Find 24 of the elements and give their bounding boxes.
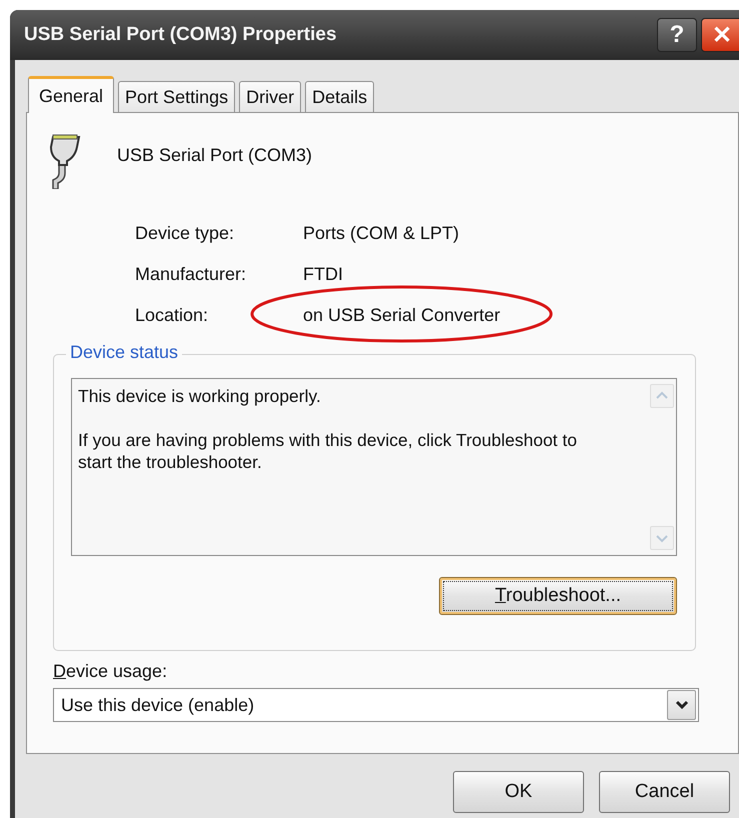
scroll-up-icon[interactable] xyxy=(650,384,674,408)
tab[interactable]: Driver xyxy=(239,81,302,112)
property-label: Location: xyxy=(135,305,210,326)
property-value: Ports (COM & LPT) xyxy=(303,223,460,243)
device-usage-label: Device usage: xyxy=(53,661,168,682)
property-value: on USB Serial Converter xyxy=(303,305,500,325)
chevron-down-icon xyxy=(674,700,688,710)
property-value: FTDI xyxy=(303,264,343,284)
cancel-button[interactable]: Cancel xyxy=(599,771,730,813)
help-button[interactable]: ? xyxy=(657,18,697,52)
tab[interactable]: Port Settings xyxy=(118,81,236,112)
window-title: USB Serial Port (COM3) Properties xyxy=(24,24,338,46)
device-usage-dropdown[interactable]: Use this device (enable) xyxy=(53,688,699,722)
ok-button[interactable]: OK xyxy=(453,771,584,813)
property-label: Manufacturer: xyxy=(135,264,248,285)
status-message: This device is working properly. xyxy=(78,385,322,407)
close-button[interactable]: ✕ xyxy=(701,18,739,52)
troubleshoot-button[interactable]: Troubleshoot... xyxy=(439,577,677,615)
status-message: If you are having problems with this device, click Troubleshoot to start the troubleshooter. xyxy=(78,429,578,473)
tab[interactable]: General xyxy=(28,76,114,113)
scroll-down-icon[interactable] xyxy=(650,526,674,550)
tab[interactable]: Details xyxy=(305,81,374,112)
property-label: Device type: xyxy=(135,223,236,244)
device-name: USB Serial Port (COM3) xyxy=(117,145,312,166)
